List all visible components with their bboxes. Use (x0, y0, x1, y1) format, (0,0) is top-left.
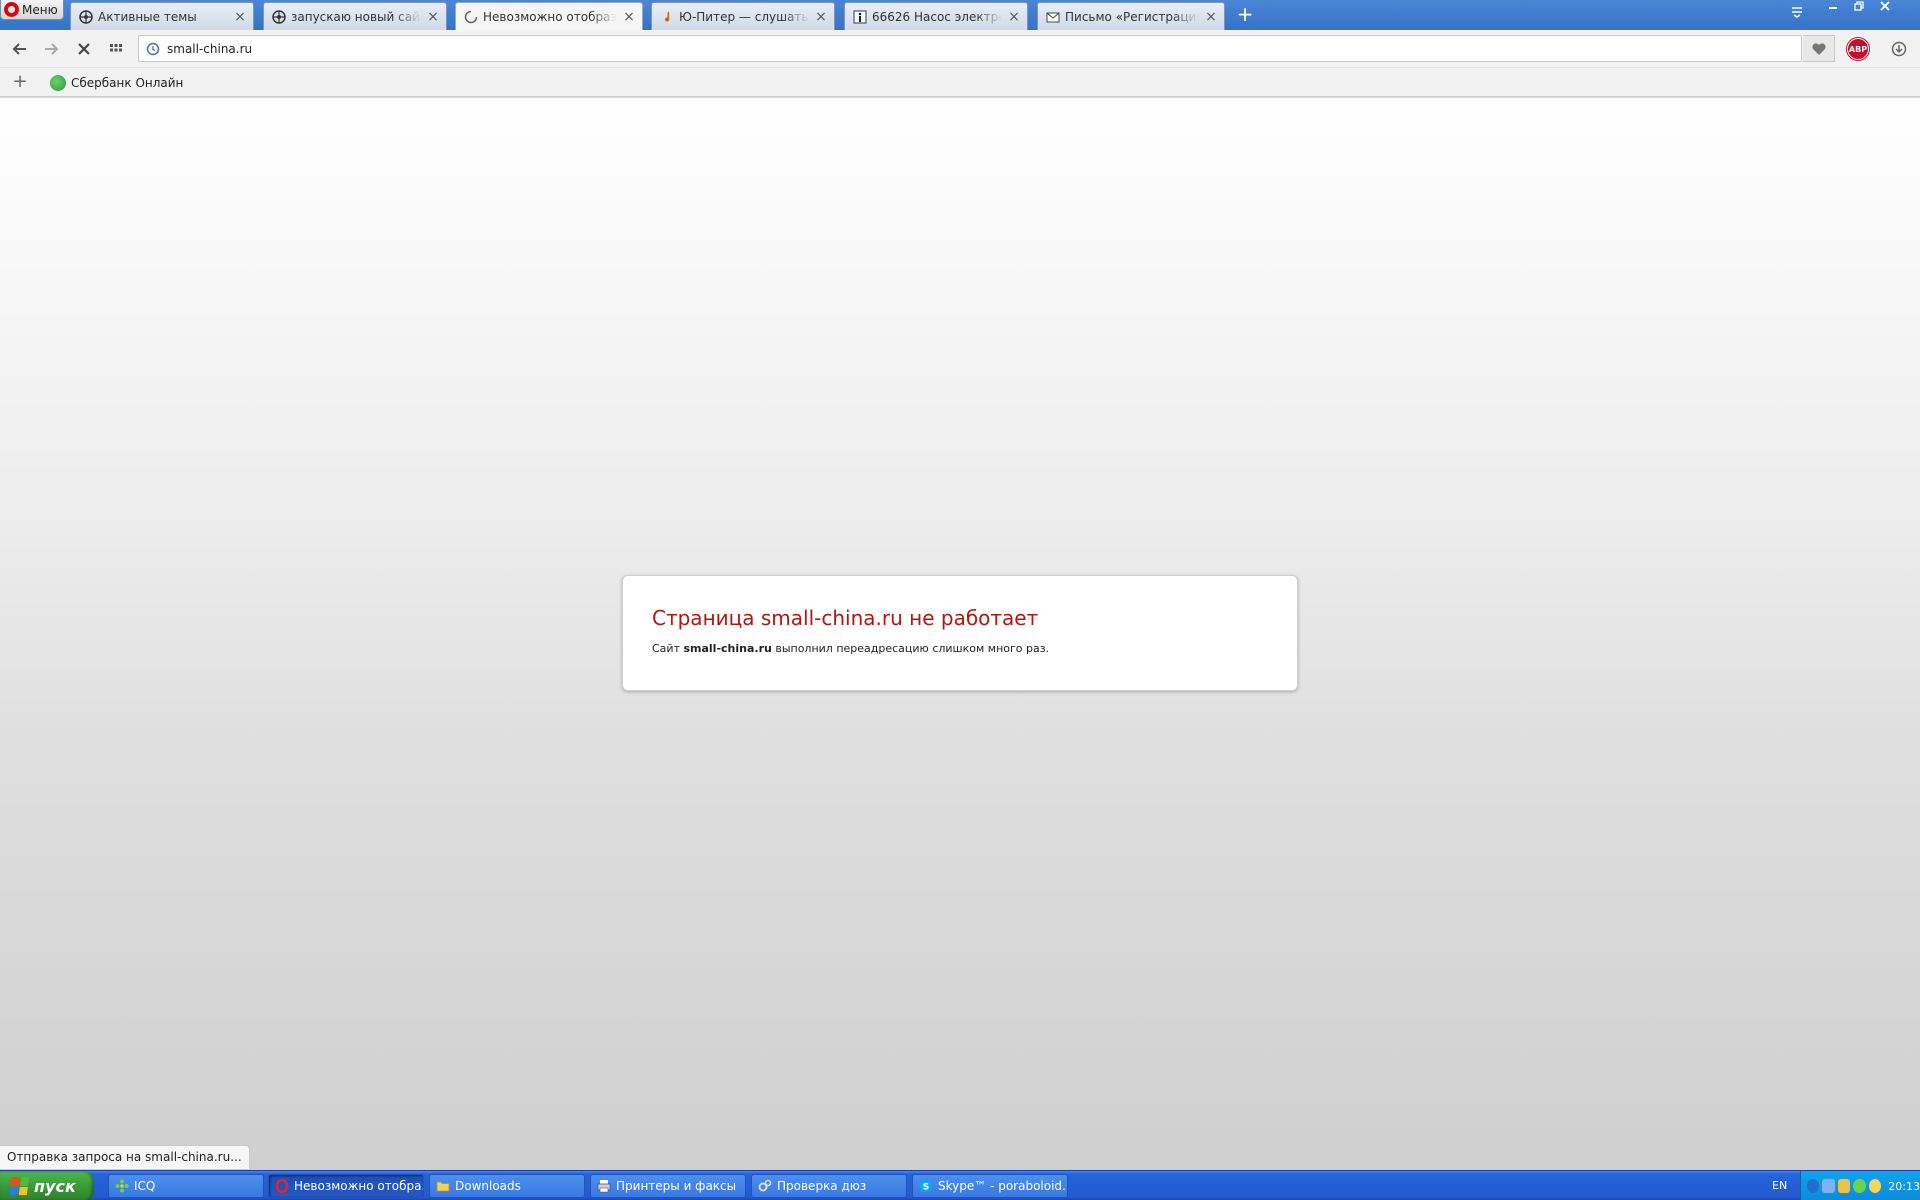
taskbar-item-opera[interactable]: Невозможно отобра... (268, 1174, 424, 1198)
taskbar-item-icq[interactable]: ICQ (108, 1174, 264, 1198)
heart-icon (1811, 42, 1826, 55)
close-window-button[interactable] (1872, 0, 1898, 20)
taskbar-item-label: Downloads (455, 1179, 521, 1193)
address-bar[interactable] (138, 35, 1802, 62)
taskbar-item-label: Принтеры и факсы (616, 1179, 737, 1193)
folder-icon (436, 1179, 450, 1193)
error-message-prefix: Сайт (652, 642, 684, 655)
taskbar-item-label: Невозможно отобра... (294, 1179, 424, 1193)
error-title: Страница small-china.ru не работает (652, 606, 1039, 630)
error-domain: small-china.ru (683, 642, 772, 655)
opera-icon (275, 1179, 289, 1193)
sberbank-icon (50, 75, 66, 91)
forward-button[interactable] (40, 38, 62, 60)
tab-menu-icon[interactable] (1784, 4, 1810, 24)
smiley-tray-icon[interactable] (1868, 1179, 1882, 1193)
music-note-icon (660, 10, 674, 24)
taskbar-item-label: Проверка дюз (777, 1179, 867, 1193)
start-button[interactable]: пуск (0, 1171, 94, 1200)
forum-icon (79, 9, 93, 24)
error-message-suffix: выполнил переадресацию слишком много раз… (771, 642, 1050, 655)
downloads-button[interactable] (1888, 38, 1910, 60)
tab-title: запускаю новый сайт продаж (291, 9, 421, 24)
tab-error-page[interactable]: Невозможно отобразить страницу × (455, 2, 643, 31)
page-content: Страница small-china.ru не работает Сайт… (0, 98, 1920, 1170)
stop-loading-button[interactable] (73, 38, 95, 60)
printer-icon (597, 1179, 611, 1193)
loading-spinner-icon (464, 10, 478, 24)
system-tray: 20:13 (1800, 1171, 1920, 1200)
address-toolbar: ABP (0, 30, 1920, 68)
error-message: Сайт small-china.ru выполнил переадресац… (652, 642, 1268, 655)
address-input[interactable] (167, 38, 1801, 59)
speed-dial-button[interactable] (105, 38, 127, 60)
windows-logo-icon (8, 1177, 30, 1195)
error-card: Страница small-china.ru не работает Сайт… (622, 575, 1298, 691)
tab-title: Письмо «Регистрация на сайте» (1065, 9, 1199, 24)
arrow-left-icon (12, 43, 26, 55)
close-icon[interactable]: × (622, 10, 636, 24)
menu-label: Меню (22, 2, 58, 17)
grid-icon (110, 44, 122, 52)
tab-active-topics[interactable]: Активные темы × (70, 2, 254, 30)
windows-taskbar: пуск ICQ Невозможно отобра... Downloads … (0, 1170, 1920, 1200)
forum-icon (272, 9, 286, 24)
tab-radio[interactable]: Ю-Питер — слушать онлайн × (651, 2, 835, 30)
taskbar-item-label: Skype™ - poraboloid... (938, 1179, 1068, 1193)
close-icon[interactable]: × (814, 10, 828, 24)
close-icon[interactable]: × (1204, 10, 1218, 24)
info-icon (853, 10, 867, 24)
restore-button[interactable] (1846, 0, 1872, 20)
tab-title: 66626 Насос электрический (872, 9, 1002, 24)
network-icon[interactable] (1822, 1179, 1835, 1193)
close-icon[interactable]: × (233, 10, 247, 24)
icq-flower-icon (115, 1179, 129, 1193)
tab-title: Ю-Питер — слушать онлайн (679, 9, 809, 24)
new-tab-button[interactable]: + (1234, 4, 1256, 26)
adblock-plus-button[interactable]: ABP (1847, 38, 1869, 60)
status-bubble: Отправка запроса на small-china.ru... (0, 1145, 250, 1169)
skype-icon: S (919, 1179, 933, 1193)
tab-pump[interactable]: 66626 Насос электрический × (844, 2, 1028, 30)
bookmark-sberbank[interactable]: Сбербанк Онлайн (50, 73, 183, 93)
tab-title: Невозможно отобразить страницу (483, 10, 617, 24)
stop-icon (78, 43, 90, 55)
taskbar-item-skype[interactable]: S Skype™ - poraboloid... (912, 1174, 1068, 1198)
taskbar-item-downloads[interactable]: Downloads (429, 1174, 585, 1198)
download-icon (1891, 41, 1907, 57)
mail-icon (1046, 10, 1060, 24)
language-indicator[interactable]: EN (1772, 1179, 1787, 1192)
close-icon[interactable]: × (1007, 10, 1021, 24)
close-icon[interactable]: × (426, 10, 440, 24)
add-bookmark-button[interactable]: + (10, 72, 30, 92)
site-info-icon[interactable] (139, 36, 167, 61)
back-arrow-tray-icon[interactable] (1807, 1179, 1820, 1193)
clock[interactable]: 20:13 (1888, 1180, 1920, 1193)
arrow-right-icon (45, 43, 59, 55)
monitor-icon[interactable] (1837, 1179, 1851, 1193)
taskbar-item-printers[interactable]: Принтеры и факсы (590, 1174, 746, 1198)
opera-menu-button[interactable]: Меню (0, 0, 64, 20)
svg-text:S: S (923, 1183, 929, 1193)
back-button[interactable] (9, 38, 31, 60)
abp-label: ABP (1848, 44, 1868, 54)
tab-new-site[interactable]: запускаю новый сайт продаж × (263, 2, 447, 30)
opera-logo-icon (4, 2, 19, 17)
taskbar-item-label: ICQ (134, 1179, 156, 1193)
bookmarks-bar: + Сбербанк Онлайн (0, 68, 1920, 97)
tab-strip: Меню Активные темы × запускаю новый сайт… (0, 0, 1920, 31)
tab-title: Активные темы (98, 9, 197, 24)
gears-icon (758, 1179, 772, 1193)
bookmark-label: Сбербанк Онлайн (71, 76, 184, 90)
start-label: пуск (34, 1176, 76, 1196)
taskbar-item-check[interactable]: Проверка дюз (751, 1174, 907, 1198)
bookmark-heart-button[interactable] (1803, 35, 1835, 62)
minimize-button[interactable] (1820, 0, 1846, 20)
icq-tray-icon[interactable] (1853, 1179, 1866, 1193)
tab-mail[interactable]: Письмо «Регистрация на сайте» × (1037, 2, 1225, 30)
